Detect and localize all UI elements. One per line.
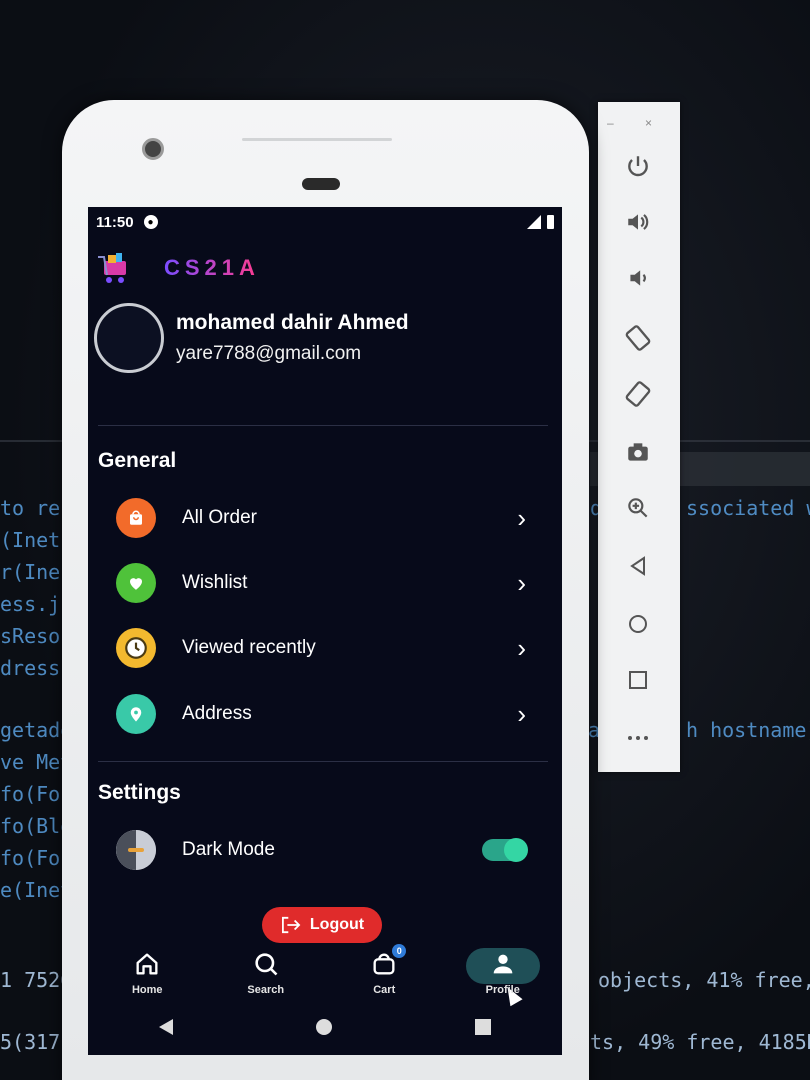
battery-icon xyxy=(547,215,554,229)
bg-code-line: ess.j xyxy=(0,592,61,616)
nav-item-home[interactable]: Home xyxy=(97,950,197,996)
bg-code-line: sReso xyxy=(0,624,61,648)
emulator-toolbar: – × xyxy=(598,102,680,772)
nav-item-profile[interactable]: Profile xyxy=(453,948,553,996)
divider xyxy=(98,761,548,762)
status-bar: 11:50 ● xyxy=(88,207,562,237)
bg-code-line: ssociated w xyxy=(686,496,810,520)
search-icon xyxy=(255,953,278,976)
section-title-general: General xyxy=(98,449,177,472)
home-button-icon[interactable] xyxy=(315,1019,332,1035)
section-title-settings: Settings xyxy=(98,781,181,804)
volume-down-icon[interactable] xyxy=(622,262,654,294)
nav-item-search[interactable]: Search xyxy=(216,950,316,996)
bg-code-line: (Inet xyxy=(0,528,61,552)
logout-icon xyxy=(281,916,301,934)
home-icon[interactable] xyxy=(622,608,654,640)
menu-label: Address xyxy=(182,703,252,724)
heart-icon xyxy=(116,563,156,603)
profile-icon xyxy=(493,954,513,974)
bg-code-line: r(Ine xyxy=(0,560,61,584)
nav-label: Home xyxy=(131,984,163,996)
bg-code-line: dress xyxy=(0,656,61,680)
bg-code-line: h hostname) xyxy=(686,718,810,742)
more-icon[interactable] xyxy=(622,722,654,754)
cart-logo-icon xyxy=(96,249,134,287)
profile-email: yare7788@gmail.com xyxy=(176,343,362,364)
overview-icon[interactable] xyxy=(622,664,654,696)
shopping-bag-icon xyxy=(116,498,156,538)
android-navigation-bar xyxy=(88,1007,562,1047)
front-camera xyxy=(142,138,164,160)
chevron-right-icon: › xyxy=(517,567,526,598)
zoom-icon[interactable] xyxy=(622,492,654,524)
dark-mode-icon xyxy=(116,830,156,870)
bg-code-line: objects, 41% free, xyxy=(598,968,810,992)
home-icon xyxy=(136,953,158,975)
dark-mode-toggle[interactable] xyxy=(482,838,528,862)
screen-photo: to re (Inet r(Ine ess.j sReso dress geta… xyxy=(0,0,810,1080)
phone-speaker xyxy=(302,178,340,190)
status-time: 11:50 xyxy=(96,213,134,231)
profile-name: mohamed dahir Ahmed xyxy=(176,311,409,334)
menu-label: Wishlist xyxy=(182,572,248,593)
clock-icon xyxy=(116,628,156,668)
phone-earpiece-line xyxy=(242,138,392,141)
rotate-right-icon[interactable] xyxy=(622,378,654,410)
signal-icon xyxy=(527,215,541,229)
logout-label: Logout xyxy=(309,916,365,933)
notification-icon: ● xyxy=(143,215,158,229)
rotate-left-icon[interactable] xyxy=(622,322,654,354)
bg-code-line: ts, 49% free, 4185K xyxy=(590,1030,810,1054)
menu-label: Dark Mode xyxy=(182,839,275,860)
volume-up-icon[interactable] xyxy=(622,206,654,238)
app-screen: 11:50 ● CS21A mohamed dahir Ahmed yare77… xyxy=(88,207,562,1055)
menu-label: Viewed recently xyxy=(182,637,316,658)
camera-icon[interactable] xyxy=(622,436,654,468)
profile-card[interactable]: mohamed dahir Ahmed yare7788@gmail.com xyxy=(94,303,409,373)
recents-icon[interactable] xyxy=(474,1019,491,1035)
bottom-navigation: Home Search 0 Cart Profile xyxy=(88,943,562,1003)
app-title: CS21A xyxy=(164,255,260,280)
nav-label: Search xyxy=(247,984,285,996)
location-pin-icon xyxy=(116,694,156,734)
menu-item-dark-mode: Dark Mode xyxy=(116,825,528,875)
menu-item-viewed-recently[interactable]: Viewed recently › xyxy=(116,623,526,673)
menu-item-all-order[interactable]: All Order › xyxy=(116,493,526,543)
divider xyxy=(98,425,548,426)
toggle-knob xyxy=(504,838,528,862)
chevron-right-icon: › xyxy=(517,502,526,533)
nav-label: Profile xyxy=(485,984,520,996)
app-header: CS21A xyxy=(96,249,260,287)
logout-button[interactable]: Logout xyxy=(262,907,382,943)
chevron-right-icon: › xyxy=(517,698,526,729)
chevron-right-icon: › xyxy=(517,632,526,663)
avatar[interactable] xyxy=(94,303,164,373)
bg-code-line: 5(317 xyxy=(0,1030,61,1054)
bg-code-line: to re xyxy=(0,496,61,520)
back-icon[interactable] xyxy=(622,550,654,582)
menu-label: All Order xyxy=(182,507,257,528)
menu-item-address[interactable]: Address › xyxy=(116,689,526,739)
power-icon[interactable] xyxy=(622,150,654,182)
nav-item-cart[interactable]: 0 Cart xyxy=(334,944,434,996)
cart-badge: 0 xyxy=(392,944,407,958)
nav-label: Cart xyxy=(373,984,396,996)
back-icon[interactable] xyxy=(159,1019,174,1035)
menu-item-wishlist[interactable]: Wishlist › xyxy=(116,558,526,608)
window-controls[interactable]: – × xyxy=(607,116,666,130)
